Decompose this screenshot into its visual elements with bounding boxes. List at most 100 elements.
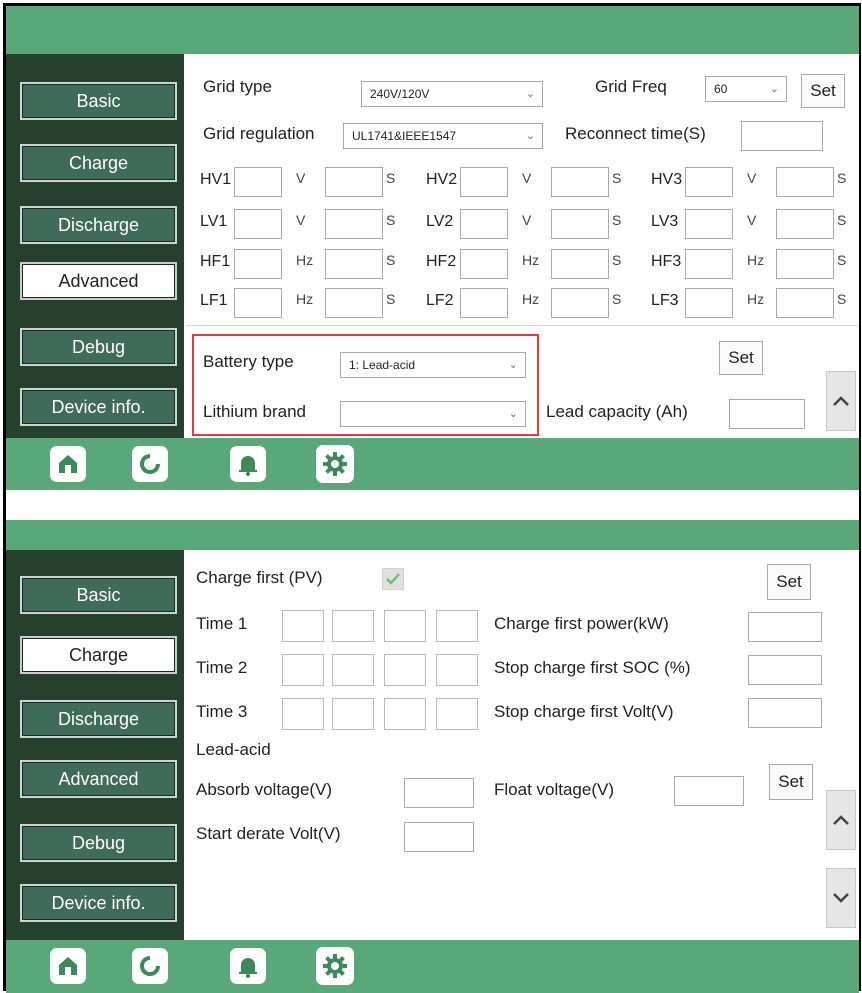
pie-chart-icon[interactable] <box>132 446 168 482</box>
nav-discharge-button[interactable]: Discharge <box>20 206 177 244</box>
param-value-input[interactable] <box>234 209 282 239</box>
stop-charge-soc-input[interactable] <box>748 655 822 685</box>
time1-field-4[interactable] <box>436 610 478 642</box>
param-value-input[interactable] <box>460 209 508 239</box>
param-unit-label: V <box>296 170 306 186</box>
param-time-input[interactable] <box>776 209 834 239</box>
chevron-down-icon: ⌄ <box>508 359 518 371</box>
chevron-up-icon <box>833 815 849 825</box>
reconnect-time-input[interactable] <box>741 121 823 151</box>
nav-discharge-button[interactable]: Discharge <box>20 700 177 738</box>
scroll-up-button[interactable] <box>826 371 856 431</box>
param-time-input[interactable] <box>551 209 609 239</box>
time3-field-4[interactable] <box>436 698 478 730</box>
charge-first-set-button[interactable]: Set <box>767 564 811 600</box>
grid-regulation-label: Grid regulation <box>203 124 315 143</box>
nav-basic-button[interactable]: Basic <box>20 576 177 614</box>
charge-first-power-input[interactable] <box>748 612 822 642</box>
time2-field-1[interactable] <box>282 654 324 686</box>
charge-first-power-label: Charge first power(kW) <box>494 614 669 633</box>
time1-field-2[interactable] <box>332 610 374 642</box>
nav-advanced-button[interactable]: Advanced <box>20 262 177 300</box>
chevron-down-icon: ⌄ <box>508 408 518 420</box>
lithium-brand-select[interactable]: ⌄ <box>340 401 526 427</box>
bell-icon[interactable] <box>230 948 266 984</box>
checkmark-icon <box>386 573 400 585</box>
grid-set-button[interactable]: Set <box>801 74 845 108</box>
start-derate-volt-input[interactable] <box>404 822 474 852</box>
param-value-input[interactable] <box>685 209 733 239</box>
param-time-input[interactable] <box>325 249 383 279</box>
gear-icon[interactable] <box>316 445 354 483</box>
grid-freq-select[interactable]: 60 ⌄ <box>705 76 787 102</box>
param-name-label: LV1 <box>200 213 228 230</box>
param-value-input[interactable] <box>460 288 508 318</box>
battery-set-button[interactable]: Set <box>719 341 763 375</box>
grid-freq-label: Grid Freq <box>595 77 667 96</box>
nav-charge-button[interactable]: Charge <box>20 636 177 674</box>
param-time-input[interactable] <box>776 249 834 279</box>
nav-device-info-button[interactable]: Device info. <box>20 388 177 426</box>
nav-basic-button[interactable]: Basic <box>20 82 177 120</box>
param-value-input[interactable] <box>234 167 282 197</box>
time3-label: Time 3 <box>196 702 248 721</box>
time3-field-1[interactable] <box>282 698 324 730</box>
seconds-unit-label: S <box>837 212 847 228</box>
grid-regulation-select[interactable]: UL1741&IEEE1547 ⌄ <box>343 123 543 149</box>
time2-field-4[interactable] <box>436 654 478 686</box>
param-value-input[interactable] <box>685 249 733 279</box>
time2-field-3[interactable] <box>384 654 426 686</box>
time3-field-3[interactable] <box>384 698 426 730</box>
grid-type-select[interactable]: 240V/120V ⌄ <box>361 81 543 107</box>
scroll-down-button[interactable] <box>826 868 856 928</box>
divider <box>186 325 859 326</box>
param-time-input[interactable] <box>551 249 609 279</box>
charge-first-checkbox[interactable] <box>382 568 404 590</box>
seconds-unit-label: S <box>612 212 622 228</box>
time3-field-2[interactable] <box>332 698 374 730</box>
param-value-input[interactable] <box>234 249 282 279</box>
lead-capacity-input[interactable] <box>729 399 805 429</box>
param-time-input[interactable] <box>551 167 609 197</box>
time1-field-3[interactable] <box>384 610 426 642</box>
home-icon[interactable] <box>50 446 86 482</box>
battery-type-select[interactable]: 1: Lead-acid ⌄ <box>340 352 526 378</box>
param-value-input[interactable] <box>460 249 508 279</box>
nav-debug-button[interactable]: Debug <box>20 824 177 862</box>
param-time-input[interactable] <box>776 167 834 197</box>
param-value-input[interactable] <box>234 288 282 318</box>
param-unit-label: Hz <box>522 252 540 268</box>
lead-acid-heading: Lead-acid <box>196 740 271 759</box>
time1-field-1[interactable] <box>282 610 324 642</box>
absorb-voltage-input[interactable] <box>404 778 474 808</box>
float-set-button[interactable]: Set <box>769 764 813 800</box>
param-time-input[interactable] <box>325 209 383 239</box>
pie-chart-icon[interactable] <box>132 948 168 984</box>
chevron-down-icon <box>833 893 849 903</box>
param-time-input[interactable] <box>325 288 383 318</box>
sidebar: Basic Charge Discharge Advanced Debug De… <box>6 54 184 438</box>
reconnect-time-label: Reconnect time(S) <box>565 124 706 143</box>
nav-device-info-button[interactable]: Device info. <box>20 884 177 922</box>
param-value-input[interactable] <box>685 288 733 318</box>
param-name-label: LF1 <box>200 292 228 309</box>
param-value-input[interactable] <box>685 167 733 197</box>
float-voltage-input[interactable] <box>674 776 744 806</box>
time2-field-2[interactable] <box>332 654 374 686</box>
home-icon[interactable] <box>50 948 86 984</box>
nav-advanced-button[interactable]: Advanced <box>20 760 177 798</box>
param-time-input[interactable] <box>776 288 834 318</box>
nav-debug-button[interactable]: Debug <box>20 328 177 366</box>
stop-charge-volt-input[interactable] <box>748 698 822 728</box>
nav-charge-button[interactable]: Charge <box>20 144 177 182</box>
param-unit-label: Hz <box>296 252 314 268</box>
param-value-input[interactable] <box>460 167 508 197</box>
gear-icon[interactable] <box>316 947 354 985</box>
param-name-label: HF2 <box>426 253 457 270</box>
param-name-label: LV3 <box>651 213 679 230</box>
scroll-up-button[interactable] <box>826 790 856 850</box>
bell-icon[interactable] <box>230 446 266 482</box>
seconds-unit-label: S <box>386 291 396 307</box>
param-time-input[interactable] <box>325 167 383 197</box>
param-time-input[interactable] <box>551 288 609 318</box>
